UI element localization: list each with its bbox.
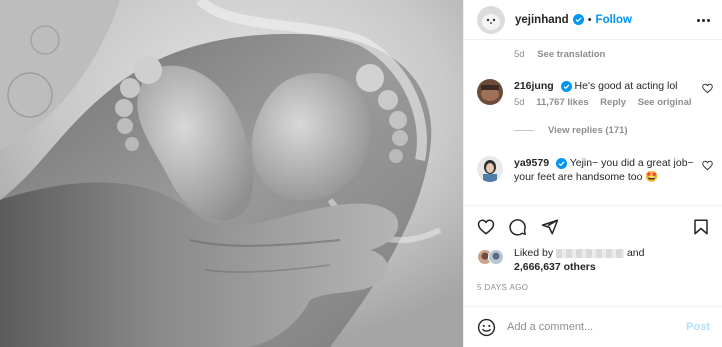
commenter-avatar[interactable] <box>477 156 503 182</box>
comment-username[interactable]: ya9579 <box>514 157 549 169</box>
instagram-post: yejinhand • Follow 5d See translation 21… <box>0 0 722 347</box>
comment-item: ya9579 Yejin~ you did a great job~ your … <box>477 156 713 184</box>
commenter-avatar[interactable] <box>477 79 503 105</box>
seal-avatar-icon <box>477 5 505 34</box>
comment-item: 216jung He's good at acting lol 5d 11,76… <box>477 79 713 108</box>
comment-input[interactable] <box>507 321 687 333</box>
comment-age: 5d <box>514 97 525 108</box>
comment-meta: 5d 11,767 likes Reply See original <box>514 97 713 108</box>
verified-badge-icon <box>572 14 584 25</box>
liker-avatars <box>477 249 507 265</box>
comment-bubble-icon[interactable] <box>509 218 527 236</box>
comment-like-icon[interactable] <box>702 83 713 94</box>
post-comment-button[interactable]: Post <box>686 321 710 333</box>
post-photo[interactable] <box>0 0 463 347</box>
liker-avatar <box>488 249 504 265</box>
blurred-username <box>556 248 625 258</box>
see-translation-link[interactable]: See translation <box>537 49 605 60</box>
bookmark-icon[interactable] <box>692 218 710 236</box>
likes-summary: Liked by and 2,666,637 others <box>477 246 713 274</box>
see-original-link[interactable]: See original <box>638 97 692 108</box>
verified-badge-icon <box>560 80 572 92</box>
more-options-icon[interactable] <box>695 13 711 27</box>
avatar-image <box>477 156 503 182</box>
avatar-image <box>477 79 503 105</box>
comment-body: ya9579 Yejin~ you did a great job~ your … <box>514 156 713 184</box>
comment-text: He's good at acting lol <box>574 80 678 92</box>
header-separator: • <box>587 13 592 26</box>
caption-age: 5d <box>514 49 525 60</box>
replies-divider <box>514 130 534 131</box>
comment-username[interactable]: 216jung <box>514 80 554 92</box>
comment-like-icon[interactable] <box>702 160 713 171</box>
baby-feet-photo <box>0 0 463 347</box>
smiley-icon[interactable] <box>477 318 496 337</box>
caption-meta: 5d See translation <box>514 49 605 60</box>
author-username[interactable]: yejinhand <box>515 14 569 26</box>
view-replies-button[interactable]: View replies (171) <box>514 125 628 136</box>
comment-body: 216jung He's good at acting lol <box>514 79 713 93</box>
follow-button[interactable]: Follow <box>596 14 632 26</box>
liked-by-conjunction: and <box>626 247 645 259</box>
verified-badge-icon <box>555 157 567 169</box>
author-avatar[interactable] <box>477 5 505 34</box>
likes-text: Liked by and 2,666,637 others <box>514 246 713 274</box>
post-header: yejinhand • Follow <box>464 0 722 40</box>
comment-likes[interactable]: 11,767 likes <box>536 97 588 108</box>
view-replies-label: View replies (171) <box>548 125 628 136</box>
likes-count[interactable]: 2,666,637 others <box>514 261 596 273</box>
reply-button[interactable]: Reply <box>600 97 626 108</box>
post-side-panel: yejinhand • Follow 5d See translation 21… <box>463 0 722 347</box>
post-actions <box>464 205 722 245</box>
add-comment-bar: Post <box>464 306 722 347</box>
post-time-ago[interactable]: 5 DAYS AGO <box>477 283 528 292</box>
heart-icon[interactable] <box>477 218 495 236</box>
paper-plane-icon[interactable] <box>541 218 559 236</box>
liked-by-prefix: Liked by <box>514 247 554 259</box>
